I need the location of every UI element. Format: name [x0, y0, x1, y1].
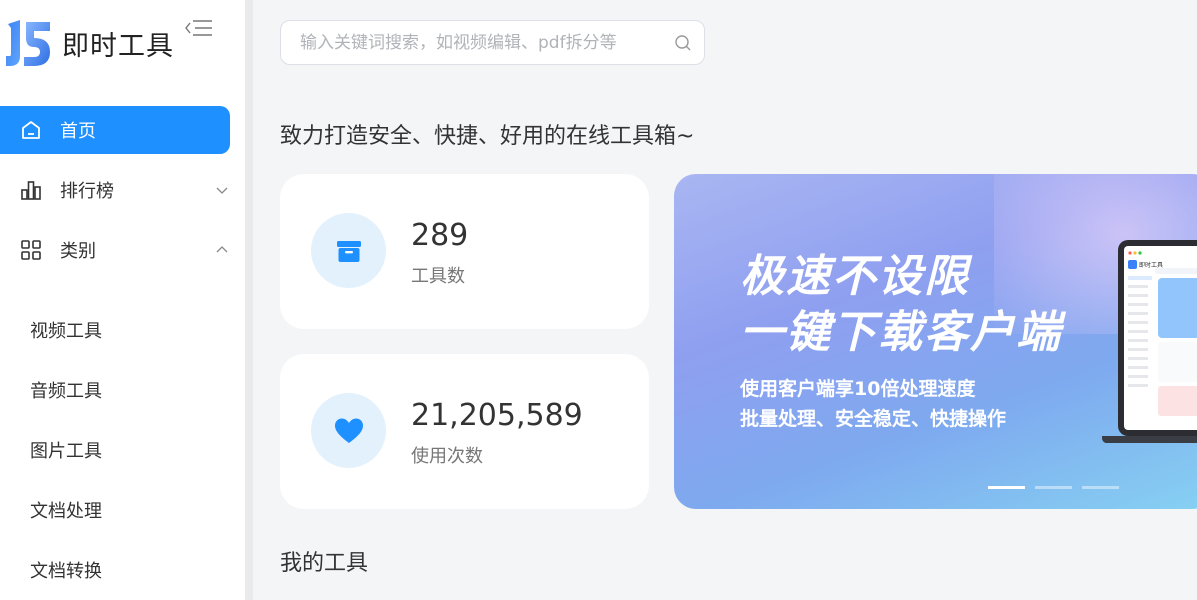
carousel-indicators — [988, 486, 1119, 489]
stat-label: 使用次数 — [411, 446, 483, 467]
search-input[interactable] — [300, 32, 660, 53]
bar-chart-icon — [21, 181, 41, 200]
grid-icon — [21, 240, 41, 260]
sidebar-item-document-conversion[interactable]: 文档转换 — [0, 540, 245, 600]
laptop-illustration: 即时工具 — [1102, 240, 1197, 443]
carousel-dot[interactable] — [988, 486, 1025, 489]
promo-banner[interactable]: 极速不设限 一键下载客户端 使用客户端享10倍处理速度 批量处理、安全稳定、快捷… — [674, 174, 1197, 509]
stat-label: 工具数 — [411, 266, 465, 287]
nav-item-category[interactable]: 类别 — [0, 226, 245, 274]
heart-icon — [334, 418, 363, 443]
laptop-brand-text: 即时工具 — [1139, 261, 1163, 269]
carousel-dot[interactable] — [1082, 486, 1119, 489]
page-tagline: 致力打造安全、快捷、好用的在线工具箱~ — [280, 124, 695, 149]
sidebar-item-image-tools[interactable]: 图片工具 — [0, 420, 245, 480]
stat-value: 21,205,589 — [411, 398, 583, 433]
my-tools-heading: 我的工具 — [280, 551, 369, 576]
nav-item-label: 排行榜 — [60, 181, 114, 202]
js-logo-icon — [6, 20, 50, 66]
nav-item-label: 类别 — [60, 241, 96, 262]
stat-card-usage: 21,205,589 使用次数 — [280, 354, 649, 509]
stat-card-tools: 289 工具数 — [280, 174, 649, 329]
search-box — [280, 20, 705, 65]
sidebar-scrollbar[interactable] — [245, 0, 253, 600]
sidebar: 即时工具 首页 排行榜 类别 视频工具 音频工具 图片工具 文档处理 文档转换 — [0, 0, 245, 600]
nav-item-home[interactable]: 首页 — [0, 106, 230, 154]
sidebar-nav: 首页 排行榜 类别 视频工具 音频工具 图片工具 文档处理 文档转换 — [0, 106, 245, 600]
search-icon[interactable] — [674, 34, 692, 52]
banner-headline: 一键下载客户端 — [740, 307, 1062, 358]
sidebar-item-document-processing[interactable]: 文档处理 — [0, 480, 245, 540]
stat-icon-background — [311, 393, 386, 468]
brand-name: 即时工具 — [62, 30, 174, 62]
banner-headline: 极速不设限 — [740, 251, 970, 302]
nav-item-label: 首页 — [60, 121, 96, 142]
stat-value: 289 — [411, 218, 469, 253]
box-icon — [336, 240, 361, 262]
sidebar-item-audio-tools[interactable]: 音频工具 — [0, 360, 245, 420]
banner-subtext: 使用客户端享10倍处理速度 — [740, 378, 976, 400]
sidebar-item-video-tools[interactable]: 视频工具 — [0, 300, 245, 360]
banner-subtext: 批量处理、安全稳定、快捷操作 — [740, 408, 1007, 430]
stat-icon-background — [311, 213, 386, 288]
nav-item-ranking[interactable]: 排行榜 — [0, 166, 245, 214]
chevron-down-icon — [216, 187, 228, 194]
chevron-up-icon — [216, 246, 228, 253]
carousel-dot[interactable] — [1035, 486, 1072, 489]
collapse-menu-icon[interactable] — [184, 17, 214, 39]
home-icon — [22, 121, 40, 139]
